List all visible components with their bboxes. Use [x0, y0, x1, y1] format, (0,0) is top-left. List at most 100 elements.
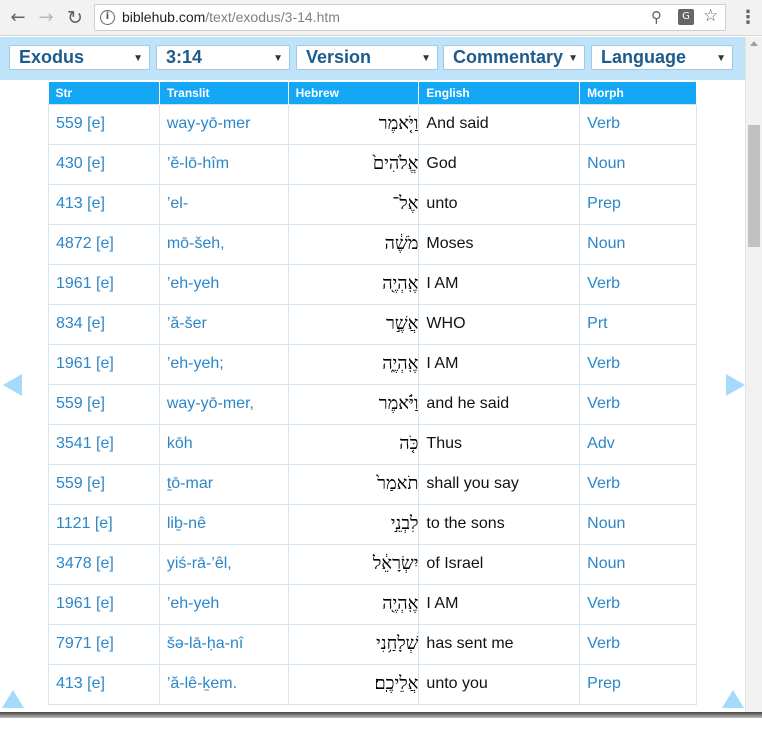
scrollbar-thumb[interactable] [748, 125, 760, 247]
english-gloss: and he said [418, 383, 581, 425]
transliteration-link[interactable]: ṯō-mar [158, 463, 289, 505]
morphology-link[interactable]: Adv [579, 423, 697, 465]
transliteration-link[interactable]: ’eh-yeh [158, 263, 289, 305]
morphology-link[interactable]: Noun [579, 503, 697, 545]
header-morph: Morph [579, 82, 697, 104]
strongs-link[interactable]: 1961 [e] [48, 583, 160, 625]
transliteration-link[interactable]: šə-lā-ḥa-nî [158, 623, 289, 665]
transliteration-link[interactable]: kōh [158, 423, 289, 465]
strongs-link[interactable]: 3478 [e] [48, 543, 160, 585]
strongs-link[interactable]: 3541 [e] [48, 423, 160, 465]
hebrew-word: אֲלֵיכֶֽם׃ [287, 663, 420, 705]
commentary-select[interactable]: Commentary ▼ [443, 45, 585, 70]
transliteration-link[interactable]: way-yō-mer, [158, 383, 289, 425]
english-gloss: Moses [418, 223, 581, 265]
strongs-link[interactable]: 7971 [e] [48, 623, 160, 665]
transliteration-link[interactable]: mō-šeh, [158, 223, 289, 265]
language-select[interactable]: Language ▼ [591, 45, 733, 70]
transliteration-link[interactable]: yiś-rā-’êl, [158, 543, 289, 585]
previous-verse-arrow-icon[interactable] [3, 374, 22, 396]
morphology-link[interactable]: Noun [579, 223, 697, 265]
transliteration-link[interactable]: ’el- [158, 183, 289, 225]
table-row: 4872 [e] mō-šeh, מֹשֶׁ֔ה Moses Noun [48, 223, 697, 265]
morphology-link[interactable]: Verb [579, 263, 697, 305]
strongs-link[interactable]: 1121 [e] [48, 503, 160, 545]
hebrew-word: וַיֹּ֗אמֶר [287, 383, 420, 425]
table-row: 559 [e] ṯō-mar תֹאמַר֙ shall you say Verb [48, 463, 697, 505]
browser-toolbar: ← → ↻ i biblehub.com/text/exodus/3-14.ht… [0, 0, 762, 36]
star-icon[interactable]: ☆ [703, 6, 718, 26]
strongs-link[interactable]: 4872 [e] [48, 223, 160, 265]
info-icon[interactable]: i [100, 10, 115, 25]
hebrew-word: מֹשֶׁ֔ה [287, 223, 420, 265]
morphology-link[interactable]: Verb [579, 623, 697, 665]
english-gloss: God [418, 143, 581, 185]
english-gloss: unto [418, 183, 581, 225]
zoom-icon[interactable]: ⚲ [651, 8, 662, 26]
strongs-link[interactable]: 1961 [e] [48, 343, 160, 385]
version-select[interactable]: Version ▼ [296, 45, 438, 70]
hebrew-word: אֶֽהְיֶ֑ה [287, 343, 420, 385]
scroll-top-arrow-icon[interactable] [722, 690, 744, 708]
hebrew-word: תֹאמַר֙ [287, 463, 420, 505]
hebrew-word: כֹּ֤ה [287, 423, 420, 465]
scroll-up-icon[interactable] [750, 41, 758, 46]
chevron-down-icon: ▼ [273, 53, 283, 64]
strongs-link[interactable]: 413 [e] [48, 183, 160, 225]
hebrew-word: יִשְׂרָאֵ֔ל [287, 543, 420, 585]
strongs-link[interactable]: 559 [e] [48, 103, 160, 145]
header-english: English [418, 82, 581, 104]
english-gloss: WHO [418, 303, 581, 345]
strongs-link[interactable]: 430 [e] [48, 143, 160, 185]
transliteration-link[interactable]: ’eh-yeh; [158, 343, 289, 385]
scrollbar[interactable] [745, 37, 762, 712]
morphology-link[interactable]: Noun [579, 543, 697, 585]
chapter-verse-select-value: 3:14 [166, 47, 203, 67]
book-select[interactable]: Exodus ▼ [9, 45, 150, 70]
morphology-link[interactable]: Verb [579, 343, 697, 385]
strongs-link[interactable]: 413 [e] [48, 663, 160, 705]
transliteration-link[interactable]: ’ă-šer [158, 303, 289, 345]
morphology-link[interactable]: Verb [579, 103, 697, 145]
translate-icon[interactable]: G [678, 9, 694, 25]
transliteration-link[interactable]: way-yō-mer [158, 103, 289, 145]
strongs-link[interactable]: 834 [e] [48, 303, 160, 345]
transliteration-link[interactable]: ’ă-lê-ḵem. [158, 663, 289, 705]
morphology-link[interactable]: Verb [579, 463, 697, 505]
morphology-link[interactable]: Prt [579, 303, 697, 345]
english-gloss: shall you say [418, 463, 581, 505]
transliteration-link[interactable]: ’eh-yeh [158, 583, 289, 625]
english-gloss: of Israel [418, 543, 581, 585]
transliteration-link[interactable]: ’ĕ-lō-hîm [158, 143, 289, 185]
strongs-link[interactable]: 559 [e] [48, 463, 160, 505]
strongs-link[interactable]: 1961 [e] [48, 263, 160, 305]
english-gloss: has sent me [418, 623, 581, 665]
address-bar[interactable]: i biblehub.com/text/exodus/3-14.htm ⚲ G … [94, 4, 726, 31]
morphology-link[interactable]: Prep [579, 183, 697, 225]
transliteration-link[interactable]: liḇ-nê [158, 503, 289, 545]
strongs-link[interactable]: 559 [e] [48, 383, 160, 425]
header-str: Str [48, 82, 160, 104]
morphology-link[interactable]: Prep [579, 663, 697, 705]
morphology-link[interactable]: Noun [579, 143, 697, 185]
morphology-link[interactable]: Verb [579, 383, 697, 425]
url-path: /text/exodus/3-14.htm [205, 9, 340, 25]
english-gloss: to the sons [418, 503, 581, 545]
next-verse-arrow-icon[interactable] [726, 374, 745, 396]
chapter-verse-select[interactable]: 3:14 ▼ [156, 45, 290, 70]
table-row: 3478 [e] yiś-rā-’êl, יִשְׂרָאֵ֔ל of Israel N… [48, 543, 697, 585]
reload-icon[interactable]: ↻ [63, 6, 87, 30]
hebrew-word: וַיֹּ֤אמֶר [287, 103, 420, 145]
arrow-left-icon[interactable]: ← [6, 6, 30, 30]
kebab-menu-icon[interactable]: ⋮ [739, 6, 757, 30]
hebrew-word: אֱלֹהִים֙ [287, 143, 420, 185]
url-text[interactable]: biblehub.com/text/exodus/3-14.htm [122, 9, 340, 25]
commentary-select-value: Commentary [453, 47, 564, 67]
hebrew-word: אֶל־ [287, 183, 420, 225]
scroll-top-arrow-icon[interactable] [2, 690, 24, 708]
morphology-link[interactable]: Verb [579, 583, 697, 625]
url-host: biblehub.com [122, 9, 206, 25]
table-row: 7971 [e] šə-lā-ḥa-nî שְׁלָחַ֥נִי has sent m… [48, 623, 697, 665]
arrow-right-icon[interactable]: → [34, 6, 58, 30]
table-row: 1961 [e]’eh-yeh; אֶֽהְיֶ֑ה I AM Verb [48, 343, 697, 385]
